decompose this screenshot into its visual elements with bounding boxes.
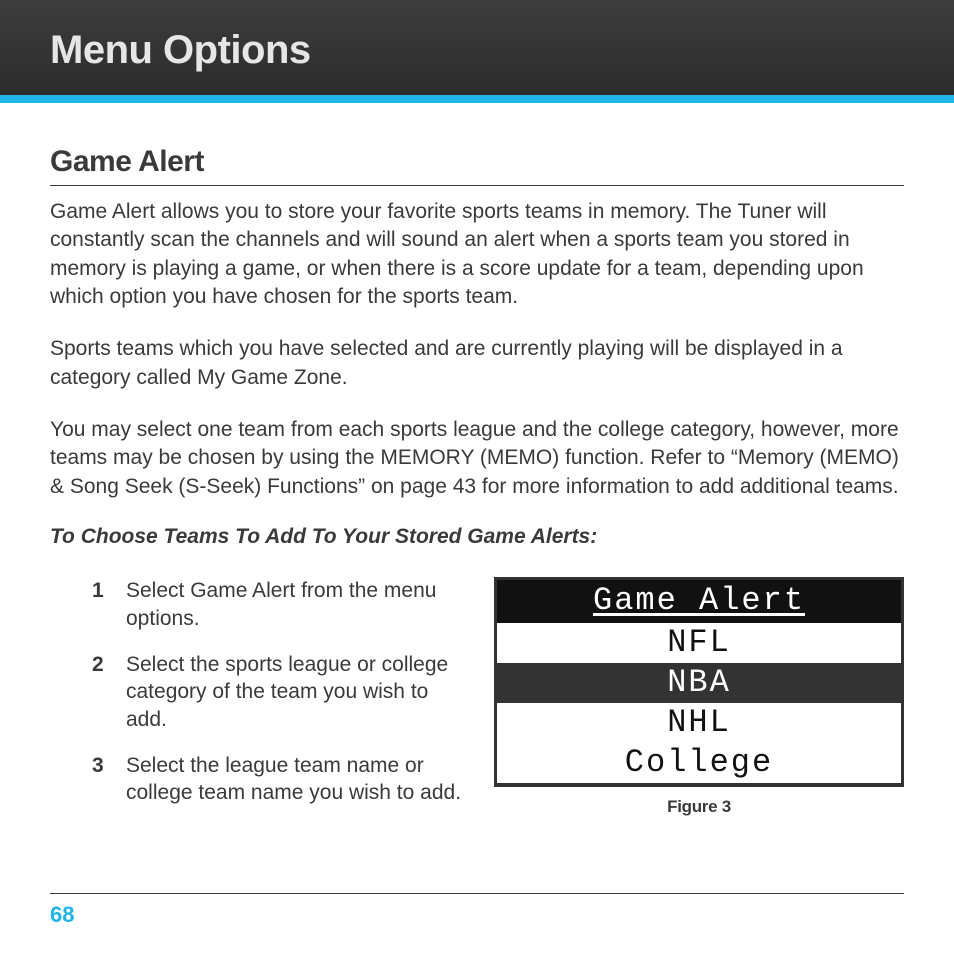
device-row-college: College [497, 743, 901, 783]
device-row-nhl: NHL [497, 703, 901, 743]
step-2: 2 Select the sports league or college ca… [92, 651, 468, 734]
step-3-text: Select the league team name or college t… [126, 752, 468, 807]
paragraph-3: You may select one team from each sports… [50, 416, 904, 501]
device-row-nba: NBA [497, 663, 901, 703]
device-figure: Game Alert NFL NBA NHL College Figure 3 [494, 577, 904, 817]
figure-caption: Figure 3 [494, 797, 904, 817]
step-1-num: 1 [92, 577, 108, 632]
step-1-text: Select Game Alert from the menu options. [126, 577, 468, 632]
accent-bar [0, 95, 954, 103]
paragraph-1: Game Alert allows you to store your favo… [50, 198, 904, 311]
paragraph-2: Sports teams which you have selected and… [50, 335, 904, 392]
content-area: Game Alert Game Alert allows you to stor… [0, 103, 954, 825]
step-2-text: Select the sports league or college cate… [126, 651, 468, 734]
page-number: 68 [50, 902, 74, 928]
section-title: Game Alert [50, 145, 904, 179]
device-screen: Game Alert NFL NBA NHL College [494, 577, 904, 787]
steps-subhead: To Choose Teams To Add To Your Stored Ga… [50, 525, 904, 549]
footer-divider [50, 893, 904, 894]
device-screen-title: Game Alert [497, 580, 901, 623]
step-3-num: 3 [92, 752, 108, 807]
steps-list: 1 Select Game Alert from the menu option… [50, 577, 468, 825]
page-header: Menu Options [0, 0, 954, 95]
device-row-nfl: NFL [497, 623, 901, 663]
step-1: 1 Select Game Alert from the menu option… [92, 577, 468, 632]
step-3: 3 Select the league team name or college… [92, 752, 468, 807]
step-2-num: 2 [92, 651, 108, 734]
two-col-layout: 1 Select Game Alert from the menu option… [50, 577, 904, 825]
section-underline [50, 185, 904, 186]
page-title: Menu Options [50, 28, 904, 73]
